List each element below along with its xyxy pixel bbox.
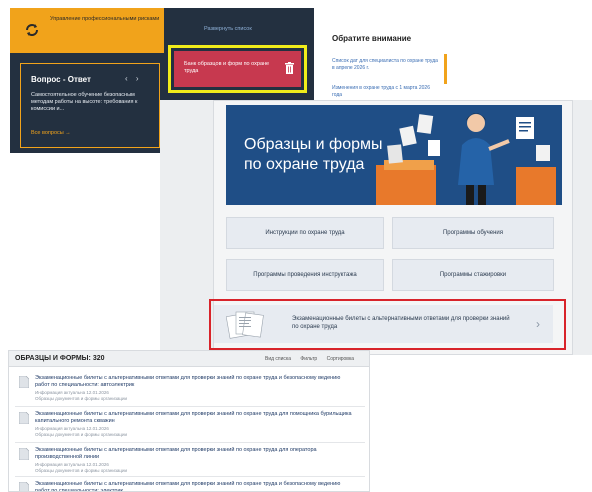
document-icon <box>19 482 29 491</box>
list-item-meta: Информация актуальна 12.01.2026 Образцы д… <box>35 390 128 401</box>
exam-tickets-tile[interactable]: Экзаменационные билеты с альтернативными… <box>214 305 553 343</box>
list-view-button[interactable]: Вид списка <box>265 356 291 362</box>
list-item-title[interactable]: Экзаменационные билеты с альтернативными… <box>35 447 355 460</box>
samples-page: Образцы и формы по охране труда Инструкц… <box>209 100 573 355</box>
list-item-title[interactable]: Экзаменационные билеты с альтернативными… <box>35 411 355 424</box>
tile-training-programs[interactable]: Программы обучения <box>392 217 554 249</box>
qa-widget: Вопрос - Ответ ‹ › Самостоятельное обуче… <box>20 63 160 148</box>
qa-title: Вопрос - Ответ <box>31 75 91 84</box>
expand-list-link[interactable]: Развернуть список <box>204 26 252 32</box>
list-item[interactable]: Экзаменационные билеты с альтернативными… <box>9 373 369 405</box>
bank-highlight-frame: Банк образцов и форм по охране труда <box>168 45 307 93</box>
list-item-meta: Информация актуальна 12.01.2026 Образцы д… <box>35 462 128 473</box>
qa-nav-arrows[interactable]: ‹ › <box>125 74 142 83</box>
list-item[interactable]: Экзаменационные билеты с альтернативными… <box>9 445 369 477</box>
list-item-meta: Информация актуальна 12.01.2026 Образцы д… <box>35 426 128 437</box>
attention-link-2[interactable]: Изменения в охране труда с 1 марта 2026 … <box>332 85 440 98</box>
tile-internship-programs[interactable]: Программы стажировки <box>392 259 554 291</box>
divider <box>15 442 365 443</box>
divider <box>15 476 365 477</box>
document-icon <box>19 376 29 388</box>
woman-with-documents-illustration <box>376 113 556 205</box>
sort-button[interactable]: Сортировка <box>327 356 354 362</box>
refresh-icon <box>26 24 38 36</box>
exam-tickets-highlight-frame: Экзаменационные билеты с альтернативными… <box>209 299 566 350</box>
tile-briefing-programs[interactable]: Программы проведения инструктажа <box>226 259 384 291</box>
trash-icon <box>285 62 294 74</box>
exam-tickets-label: Экзаменационные билеты с альтернативными… <box>292 316 510 330</box>
list-item[interactable]: Экзаменационные билеты с альтернативными… <box>9 409 369 441</box>
qa-question-text[interactable]: Самостоятельное обучение безопасным мето… <box>31 92 153 113</box>
filter-button[interactable]: Фильтр <box>300 356 317 362</box>
attention-accent-bar <box>444 54 447 84</box>
all-questions-link[interactable]: Все вопросы → <box>31 130 71 136</box>
list-title: ОБРАЗЦЫ И ФОРМЫ: 320 <box>15 355 105 362</box>
hero-banner: Образцы и формы по охране труда <box>226 105 562 205</box>
risk-management-tile[interactable]: Управление профессиональными рисками <box>10 8 164 53</box>
attention-link-1[interactable]: Список дат для специалиста по охране тру… <box>332 58 440 71</box>
bank-button-label: Банк образцов и форм по охране труда <box>184 61 270 74</box>
risk-tile-label: Управление профессиональными рисками <box>50 16 160 22</box>
chevron-right-icon: › <box>536 317 540 331</box>
divider <box>15 406 365 407</box>
list-item-title[interactable]: Экзаменационные билеты с альтернативными… <box>35 375 355 388</box>
documents-stack-icon <box>226 311 264 339</box>
list-item[interactable]: Экзаменационные билеты с альтернативными… <box>9 479 369 491</box>
attention-panel: Обратите внимание Список дат для специал… <box>322 8 452 103</box>
left-dark-panel: Управление профессиональными рисками Воп… <box>10 8 164 153</box>
list-toolbar: Вид списка Фильтр Сортировка <box>257 356 354 362</box>
tile-instructions[interactable]: Инструкции по охране труда <box>226 217 384 249</box>
document-icon <box>19 412 29 424</box>
document-icon <box>19 448 29 460</box>
bank-of-samples-button[interactable]: Банк образцов и форм по охране труда <box>174 51 301 87</box>
list-item-title[interactable]: Экзаменационные билеты с альтернативными… <box>35 481 355 491</box>
attention-title: Обратите внимание <box>332 34 412 43</box>
list-header: ОБРАЗЦЫ И ФОРМЫ: 320 Вид списка Фильтр С… <box>9 351 369 367</box>
samples-list-panel: ОБРАЗЦЫ И ФОРМЫ: 320 Вид списка Фильтр С… <box>8 350 370 492</box>
